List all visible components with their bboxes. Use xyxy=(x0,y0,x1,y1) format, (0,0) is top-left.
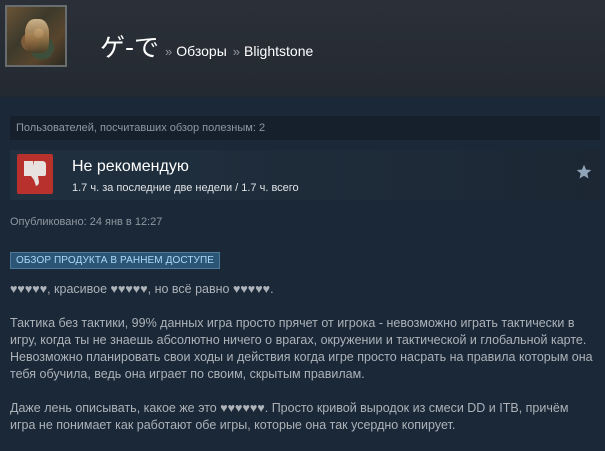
breadcrumb: ゲ-で » Обзоры » Blightstone xyxy=(100,28,313,64)
review-verdict-box: Не рекомендую 1.7 ч. за последние две не… xyxy=(10,150,600,200)
helpful-count: Пользователей, посчитавших обзор полезны… xyxy=(10,116,600,140)
review-paragraph: Даже лень описывать, какое же это ♥♥♥♥♥♥… xyxy=(10,401,569,432)
review-paragraph: ♥♥♥♥♥, красивое ♥♥♥♥♥, но всё равно ♥♥♥♥… xyxy=(10,282,274,296)
review-content: Пользователей, посчитавших обзор полезны… xyxy=(10,116,600,451)
breadcrumb-game[interactable]: Blightstone xyxy=(244,43,313,59)
user-avatar[interactable] xyxy=(5,5,67,67)
star-icon[interactable] xyxy=(576,164,592,180)
breadcrumb-separator: » xyxy=(232,44,240,59)
review-body: ♥♥♥♥♥, красивое ♥♥♥♥♥, но всё равно ♥♥♥♥… xyxy=(10,281,596,434)
breadcrumb-separator: » xyxy=(165,44,173,59)
posted-date: Опубликовано: 24 янв в 12:27 xyxy=(10,216,163,228)
thumbs-down-icon xyxy=(17,154,53,194)
review-paragraph: Тактика без тактики, 99% данных игра про… xyxy=(10,316,593,381)
profile-header: ゲ-で » Обзоры » Blightstone xyxy=(0,0,605,97)
verdict-title: Не рекомендую xyxy=(72,158,189,175)
playtime-hours: 1.7 ч. за последние две недели / 1.7 ч. … xyxy=(72,182,299,194)
breadcrumb-username[interactable]: ゲ-で xyxy=(100,28,159,64)
breadcrumb-reviews[interactable]: Обзоры xyxy=(176,43,227,59)
early-access-badge: ОБЗОР ПРОДУКТА В РАННЕМ ДОСТУПЕ xyxy=(10,252,221,269)
